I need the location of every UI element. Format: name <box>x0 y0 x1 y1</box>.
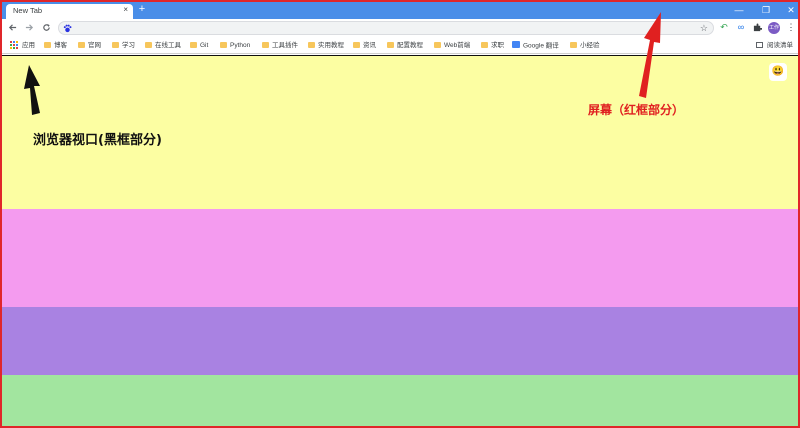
star-icon[interactable]: ☆ <box>700 22 708 34</box>
bookmark-item[interactable]: 博客 <box>44 41 67 51</box>
menu-kebab-icon[interactable]: ⋮ <box>785 21 797 34</box>
folder-icon <box>44 41 51 48</box>
bookmark-label: 实用教程 <box>318 42 344 49</box>
bookmark-item[interactable]: Web前端 <box>434 41 470 51</box>
translate-icon <box>512 41 520 48</box>
bookmark-apps[interactable]: 应用 <box>22 41 35 51</box>
extension-undo-icon[interactable]: ↶ <box>718 21 730 34</box>
new-tab-button[interactable]: + <box>136 4 148 16</box>
bookmark-item[interactable]: 资讯 <box>353 41 376 51</box>
green-band <box>2 375 798 426</box>
bookmark-item[interactable]: 实用教程 <box>308 41 344 51</box>
bookmark-label: 工具插件 <box>272 42 298 49</box>
minimize-button[interactable]: — <box>732 5 746 15</box>
tab-new-tab[interactable]: New Tab × <box>6 4 133 19</box>
folder-icon <box>78 41 85 48</box>
arrow-right-icon <box>25 24 33 31</box>
bookmark-item[interactable]: 工具插件 <box>262 41 298 51</box>
bookmark-item[interactable]: 小经验 <box>570 41 600 51</box>
bookmark-label: 博客 <box>54 42 67 49</box>
bookmark-item[interactable]: Git <box>190 41 208 51</box>
reload-icon <box>42 23 50 31</box>
back-button[interactable] <box>6 21 18 34</box>
folder-icon <box>387 41 394 48</box>
bookmark-label: Python <box>230 42 251 49</box>
bookmark-label: Google 翻译 <box>523 42 559 50</box>
puzzle-icon[interactable] <box>751 21 763 34</box>
screen-frame: New Tab × + — ❐ ✕ ☆ ↶ ∞ 工作 ⋮ 应用 博客 官网 学习… <box>0 0 800 428</box>
tab-close-icon[interactable]: × <box>123 5 128 15</box>
reading-list-label: 阅读清单 <box>767 42 793 49</box>
folder-icon <box>220 41 227 48</box>
bookmark-item[interactable]: 配置教程 <box>387 41 423 51</box>
bookmark-item[interactable]: 学习 <box>112 41 135 51</box>
bookmark-label: 配置教程 <box>397 42 423 49</box>
bookmark-label: 学习 <box>122 42 135 49</box>
bookmark-label: 小经验 <box>580 42 600 49</box>
bookmark-label: Git <box>200 42 209 49</box>
restore-button[interactable]: ❐ <box>759 5 773 15</box>
folder-icon <box>434 41 441 48</box>
bookmark-label: 在线工具 <box>155 42 181 49</box>
pink-band <box>2 209 798 307</box>
folder-icon <box>190 41 197 48</box>
bookmark-label: 求职 <box>491 42 504 49</box>
folder-icon <box>262 41 269 48</box>
folder-icon <box>112 41 119 48</box>
tab-title: New Tab <box>13 6 43 15</box>
folder-icon <box>353 41 360 48</box>
apps-grid-icon[interactable] <box>10 41 18 49</box>
baidu-paw-icon <box>63 24 72 33</box>
reload-button[interactable] <box>40 21 52 34</box>
tab-strip: New Tab × + — ❐ ✕ <box>2 2 798 19</box>
reading-list-button[interactable]: 阅读清单 <box>756 41 793 51</box>
bookmark-label: Web前端 <box>444 42 471 49</box>
folder-icon <box>570 41 577 48</box>
bookmark-label: 官网 <box>88 42 101 49</box>
folder-icon <box>481 41 488 48</box>
bookmark-item[interactable]: 在线工具 <box>145 41 181 51</box>
viewport-annotation: 浏览器视口(黑框部分) <box>33 133 162 148</box>
address-bar[interactable]: ☆ <box>58 21 714 35</box>
bookmark-item[interactable]: 求职 <box>481 41 504 51</box>
extensions-puzzle-glyph <box>753 23 762 32</box>
bookmark-google-translate[interactable]: Google 翻译 <box>512 41 559 51</box>
bookmark-item[interactable]: 官网 <box>78 41 101 51</box>
reading-list-icon <box>756 41 763 48</box>
avatar[interactable]: 工作 <box>768 22 780 34</box>
bookmark-item[interactable]: Python <box>220 41 250 51</box>
forward-button[interactable] <box>23 21 35 34</box>
screen-annotation: 屏幕（红框部分） <box>588 103 685 117</box>
bookmark-label: 资讯 <box>363 42 376 49</box>
emoji-face-icon[interactable]: 😃 <box>769 63 787 81</box>
extension-link-icon[interactable]: ∞ <box>735 21 747 34</box>
purple-band <box>2 307 798 375</box>
close-window-button[interactable]: ✕ <box>784 5 798 15</box>
folder-icon <box>308 41 315 48</box>
arrow-left-icon <box>8 24 16 31</box>
browser-toolbar: ☆ ↶ ∞ 工作 ⋮ <box>2 19 798 37</box>
folder-icon <box>145 41 152 48</box>
bookmarks-bar: 应用 博客 官网 学习 在线工具 Git Python 工具插件 实用教程 资讯… <box>2 37 798 54</box>
